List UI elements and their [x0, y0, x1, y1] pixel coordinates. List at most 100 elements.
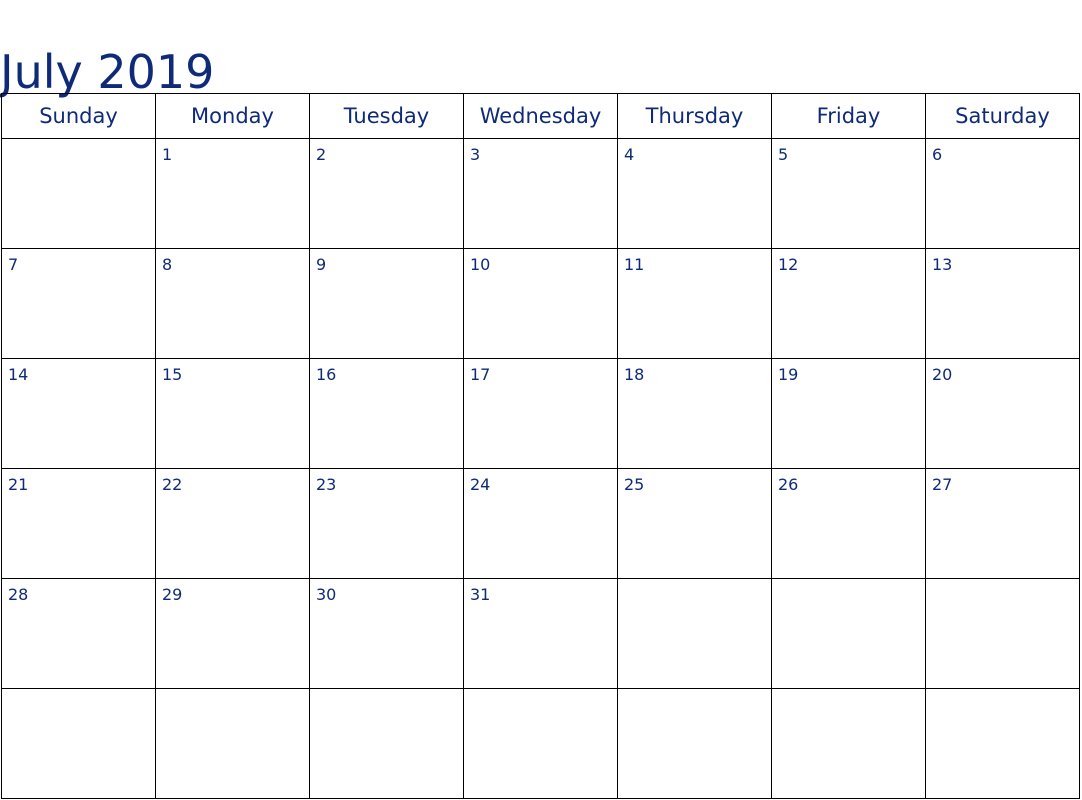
day-cell[interactable]: 24	[463, 468, 618, 579]
day-number: 18	[624, 365, 645, 384]
day-cell[interactable]	[1, 138, 156, 249]
day-cell[interactable]	[617, 688, 772, 799]
day-cell[interactable]: 8	[155, 248, 310, 359]
day-cell[interactable]	[925, 578, 1080, 689]
day-number: 11	[624, 255, 645, 274]
day-number: 10	[470, 255, 491, 274]
day-cell[interactable]: 6	[925, 138, 1080, 249]
day-number: 7	[8, 255, 19, 274]
week-row: 14 15 16 17 18 19 20	[1, 358, 1080, 469]
day-cell[interactable]: 12	[771, 248, 926, 359]
calendar-grid: Sunday Monday Tuesday Wednesday Thursday Frid…	[1, 93, 1080, 799]
day-cell[interactable]: 10	[463, 248, 618, 359]
day-number	[2, 139, 155, 145]
day-cell[interactable]	[771, 688, 926, 799]
week-row: 1 2 3 4 5 6	[1, 138, 1080, 249]
week-row: 21 22 23 24 25 26 27	[1, 468, 1080, 579]
day-number	[310, 689, 463, 695]
day-number	[156, 689, 309, 695]
day-number: 28	[8, 585, 29, 604]
day-cell[interactable]: 21	[1, 468, 156, 579]
day-cell[interactable]: 27	[925, 468, 1080, 579]
day-cell[interactable]: 7	[1, 248, 156, 359]
day-cell[interactable]: 26	[771, 468, 926, 579]
weekday-header-tuesday: Tuesday	[309, 93, 464, 139]
day-cell[interactable]	[309, 688, 464, 799]
day-number	[464, 689, 617, 695]
day-cell[interactable]: 29	[155, 578, 310, 689]
day-number: 22	[162, 475, 183, 494]
day-cell[interactable]: 25	[617, 468, 772, 579]
day-cell[interactable]: 1	[155, 138, 310, 249]
day-cell[interactable]: 4	[617, 138, 772, 249]
day-number	[926, 689, 1079, 695]
day-number: 8	[162, 255, 173, 274]
day-cell[interactable]: 19	[771, 358, 926, 469]
day-number: 21	[8, 475, 29, 494]
calendar-title: July 2019	[0, 45, 215, 99]
day-cell[interactable]	[155, 688, 310, 799]
day-cell[interactable]: 18	[617, 358, 772, 469]
day-number: 25	[624, 475, 645, 494]
day-cell[interactable]: 16	[309, 358, 464, 469]
day-cell[interactable]: 11	[617, 248, 772, 359]
day-cell[interactable]	[617, 578, 772, 689]
day-number: 24	[470, 475, 491, 494]
day-cell[interactable]: 20	[925, 358, 1080, 469]
day-number: 5	[778, 145, 789, 164]
day-cell[interactable]: 9	[309, 248, 464, 359]
day-number: 23	[316, 475, 337, 494]
day-number	[2, 689, 155, 695]
day-number: 6	[932, 145, 943, 164]
weekday-header-wednesday: Wednesday	[463, 93, 618, 139]
day-cell[interactable]	[463, 688, 618, 799]
week-row: 28 29 30 31	[1, 578, 1080, 689]
day-number: 15	[162, 365, 183, 384]
day-number: 16	[316, 365, 337, 384]
day-cell[interactable]: 17	[463, 358, 618, 469]
day-number	[926, 579, 1079, 585]
weekday-header-row: Sunday Monday Tuesday Wednesday Thursday Frid…	[1, 93, 1080, 139]
day-number	[772, 579, 925, 585]
day-number: 12	[778, 255, 799, 274]
day-cell[interactable]	[925, 688, 1080, 799]
day-cell[interactable]	[1, 688, 156, 799]
day-number: 14	[8, 365, 29, 384]
day-number	[618, 689, 771, 695]
day-number: 13	[932, 255, 953, 274]
day-number: 9	[316, 255, 327, 274]
weekday-header-monday: Monday	[155, 93, 310, 139]
day-cell[interactable]: 15	[155, 358, 310, 469]
day-cell[interactable]: 13	[925, 248, 1080, 359]
day-number: 31	[470, 585, 491, 604]
week-row	[1, 688, 1080, 799]
day-cell[interactable]: 28	[1, 578, 156, 689]
day-number: 26	[778, 475, 799, 494]
day-number: 1	[162, 145, 173, 164]
day-number: 27	[932, 475, 953, 494]
day-number	[772, 689, 925, 695]
day-cell[interactable]: 14	[1, 358, 156, 469]
weekday-header-saturday: Saturday	[925, 93, 1080, 139]
day-cell[interactable]: 31	[463, 578, 618, 689]
day-cell[interactable]: 3	[463, 138, 618, 249]
day-number: 4	[624, 145, 635, 164]
day-cell[interactable]: 23	[309, 468, 464, 579]
day-number	[618, 579, 771, 585]
day-number: 17	[470, 365, 491, 384]
weekday-header-thursday: Thursday	[617, 93, 772, 139]
weekday-header-sunday: Sunday	[1, 93, 156, 139]
day-cell[interactable]: 2	[309, 138, 464, 249]
weekday-header-friday: Friday	[771, 93, 926, 139]
day-number: 3	[470, 145, 481, 164]
day-cell[interactable]: 5	[771, 138, 926, 249]
day-number: 19	[778, 365, 799, 384]
day-number: 20	[932, 365, 953, 384]
day-number: 2	[316, 145, 327, 164]
day-cell[interactable]	[771, 578, 926, 689]
day-number: 29	[162, 585, 183, 604]
day-cell[interactable]: 22	[155, 468, 310, 579]
day-cell[interactable]: 30	[309, 578, 464, 689]
day-number: 30	[316, 585, 337, 604]
week-row: 7 8 9 10 11 12 13	[1, 248, 1080, 359]
